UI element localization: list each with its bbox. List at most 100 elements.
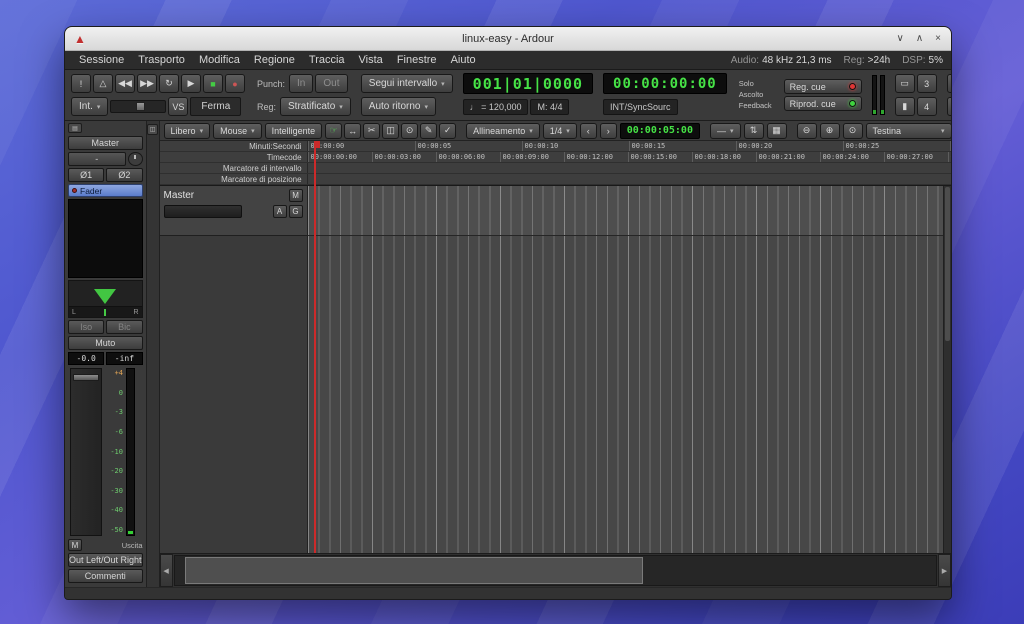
- auditioning-toggle[interactable]: Ascolto: [737, 90, 774, 100]
- ruler-name-timecode[interactable]: Timecode: [160, 152, 308, 162]
- layer-3-button[interactable]: 3: [917, 74, 937, 93]
- vertical-scrollbar-thumb[interactable]: [945, 187, 950, 341]
- track-automation-button[interactable]: A: [273, 205, 287, 218]
- sync-source-button[interactable]: INT/SyncSourc: [603, 99, 678, 115]
- zoom-full-button[interactable]: ⊙: [843, 123, 863, 139]
- tool-cut-button[interactable]: ✂: [363, 123, 380, 139]
- menu-item[interactable]: Modifica: [193, 53, 246, 67]
- smart-mode-button[interactable]: Intelligente: [265, 123, 323, 139]
- close-icon[interactable]: ×: [935, 34, 941, 44]
- expand-tracks-button[interactable]: ⇅: [744, 123, 764, 139]
- titlebar[interactable]: ▲ linux-easy - Ardour ∨ ∧ ×: [65, 27, 951, 51]
- playhead-flag[interactable]: [314, 141, 320, 148]
- tool-audition-button[interactable]: ⊙: [401, 123, 418, 139]
- cue-page-button[interactable]: Cue: [947, 97, 952, 116]
- goto-start-button[interactable]: ◀◀: [115, 74, 135, 93]
- layer-4-button[interactable]: 4: [917, 97, 937, 116]
- record-button[interactable]: ●: [225, 74, 245, 93]
- secondary-clock[interactable]: 00:00:00:00: [603, 73, 727, 94]
- master-strip-button[interactable]: Master: [68, 136, 143, 150]
- zoom-in-button[interactable]: ⊕: [820, 123, 840, 139]
- phase-2-button[interactable]: Ø2: [106, 168, 142, 182]
- feedback-toggle[interactable]: Feedback: [737, 101, 774, 111]
- punch-in-button[interactable]: In: [289, 74, 313, 93]
- grid-unit-select[interactable]: 1/4▾: [543, 123, 577, 139]
- track-mute-button[interactable]: M: [289, 189, 303, 202]
- shuttle-thumb[interactable]: [136, 102, 145, 111]
- track-canvas[interactable]: [308, 186, 943, 553]
- trim-knob[interactable]: [128, 152, 143, 166]
- pane-toggle-icon[interactable]: ◫: [147, 124, 158, 135]
- ruler-name-minsec[interactable]: Minuti:Secondi: [160, 141, 308, 151]
- window-resize-edge[interactable]: [65, 587, 951, 599]
- shuttle-slider[interactable]: [110, 100, 166, 113]
- tool-range-button[interactable]: ↔: [344, 123, 361, 139]
- ruler-name-range-marker[interactable]: Marcatore di intervallo: [160, 163, 308, 173]
- meter-button[interactable]: M: 4/4: [530, 99, 569, 115]
- master-track-header[interactable]: Master M A G: [160, 186, 307, 236]
- comments-button[interactable]: Commenti: [68, 569, 143, 583]
- rec-mode-select[interactable]: Stratificato▾: [280, 97, 351, 116]
- meter-point-button[interactable]: M: [68, 539, 82, 551]
- play-button[interactable]: ▶: [181, 74, 201, 93]
- zoom-focus-select[interactable]: Testina▾: [866, 123, 952, 139]
- tool-grab-button[interactable]: ☞: [325, 123, 342, 139]
- summary-scroll-right-button[interactable]: ▶: [938, 554, 951, 587]
- loop-button[interactable]: ↻: [159, 74, 179, 93]
- peak-display[interactable]: -inf: [106, 352, 142, 365]
- monitor-input-select[interactable]: Int.▾: [71, 97, 108, 116]
- menu-item[interactable]: Aiuto: [445, 53, 482, 67]
- menu-item[interactable]: Traccia: [303, 53, 351, 67]
- processor-box[interactable]: [68, 199, 143, 278]
- punch-out-button[interactable]: Out: [315, 74, 347, 93]
- output-routing-button[interactable]: Out Left/Out Right: [68, 553, 143, 567]
- goto-end-button[interactable]: ▶▶: [137, 74, 157, 93]
- edit-point-select[interactable]: Mouse▾: [213, 123, 262, 139]
- nudge-forward-button[interactable]: ›: [600, 123, 617, 139]
- strip-menu-icon[interactable]: ▤: [68, 123, 82, 133]
- menu-item[interactable]: Trasporto: [132, 53, 191, 67]
- auto-return-select[interactable]: Auto ritorno▾: [361, 97, 436, 116]
- timecode-ruler[interactable]: 00:00:00:0000:00:03:0000:00:06:0000:00:0…: [308, 152, 951, 162]
- playhead[interactable]: [314, 141, 316, 553]
- processor-led-icon[interactable]: [72, 188, 77, 193]
- gain-display[interactable]: -0.0: [68, 352, 104, 365]
- gain-fader-handle[interactable]: [73, 374, 99, 381]
- phase-1-button[interactable]: Ø1: [68, 168, 104, 182]
- snap-mode-select[interactable]: Allineamento▾: [466, 123, 540, 139]
- mute-button[interactable]: Muto: [68, 336, 143, 350]
- fit-tracks-button[interactable]: ▦: [767, 123, 787, 139]
- solo-lock-button[interactable]: Bic: [106, 320, 142, 334]
- minsec-ruler[interactable]: 00:00:0000:00:0500:00:1000:00:1500:00:20…: [308, 141, 951, 151]
- processor-fader-entry[interactable]: Fader: [68, 184, 143, 197]
- summary-scroll-left-button[interactable]: ◀: [160, 554, 173, 587]
- vari-speed-button[interactable]: VS: [168, 97, 188, 116]
- track-group-button[interactable]: G: [289, 205, 303, 218]
- menu-item[interactable]: Sessione: [73, 53, 130, 67]
- nudge-back-button[interactable]: ‹: [580, 123, 597, 139]
- range-marker-ruler[interactable]: [308, 163, 951, 173]
- tool-edit-button[interactable]: ✓: [439, 123, 456, 139]
- zoom-out-button[interactable]: ⊖: [797, 123, 817, 139]
- rec-cue-button[interactable]: Reg. cue: [784, 79, 862, 94]
- midi-panic-button[interactable]: !: [71, 74, 91, 93]
- menu-item[interactable]: Regione: [248, 53, 301, 67]
- track-gain-fader[interactable]: [164, 205, 242, 218]
- grid-mode-select[interactable]: Libero▾: [164, 123, 211, 139]
- play-cue-button[interactable]: Riprod. cue: [784, 96, 862, 111]
- solo-toggle[interactable]: Solo: [737, 79, 774, 89]
- follow-range-select[interactable]: Segui intervallo▾: [361, 74, 453, 93]
- monitor-window-button[interactable]: ▭: [895, 74, 915, 93]
- marker-select[interactable]: —▾: [710, 123, 741, 139]
- stop-button[interactable]: ■: [203, 74, 223, 93]
- gain-fader[interactable]: [70, 368, 102, 536]
- metronome-button[interactable]: △: [93, 74, 113, 93]
- meterbridge-button[interactable]: ▮: [895, 97, 915, 116]
- summary-pane[interactable]: [174, 555, 937, 586]
- tool-draw-button[interactable]: ✎: [420, 123, 437, 139]
- nudge-clock[interactable]: 00:00:05:00: [620, 123, 700, 139]
- ruler-name-location-marker[interactable]: Marcatore di posizione: [160, 174, 308, 184]
- solo-iso-button[interactable]: Iso: [68, 320, 104, 334]
- master-track-lane[interactable]: [308, 186, 943, 236]
- tool-stretch-button[interactable]: ◫: [382, 123, 399, 139]
